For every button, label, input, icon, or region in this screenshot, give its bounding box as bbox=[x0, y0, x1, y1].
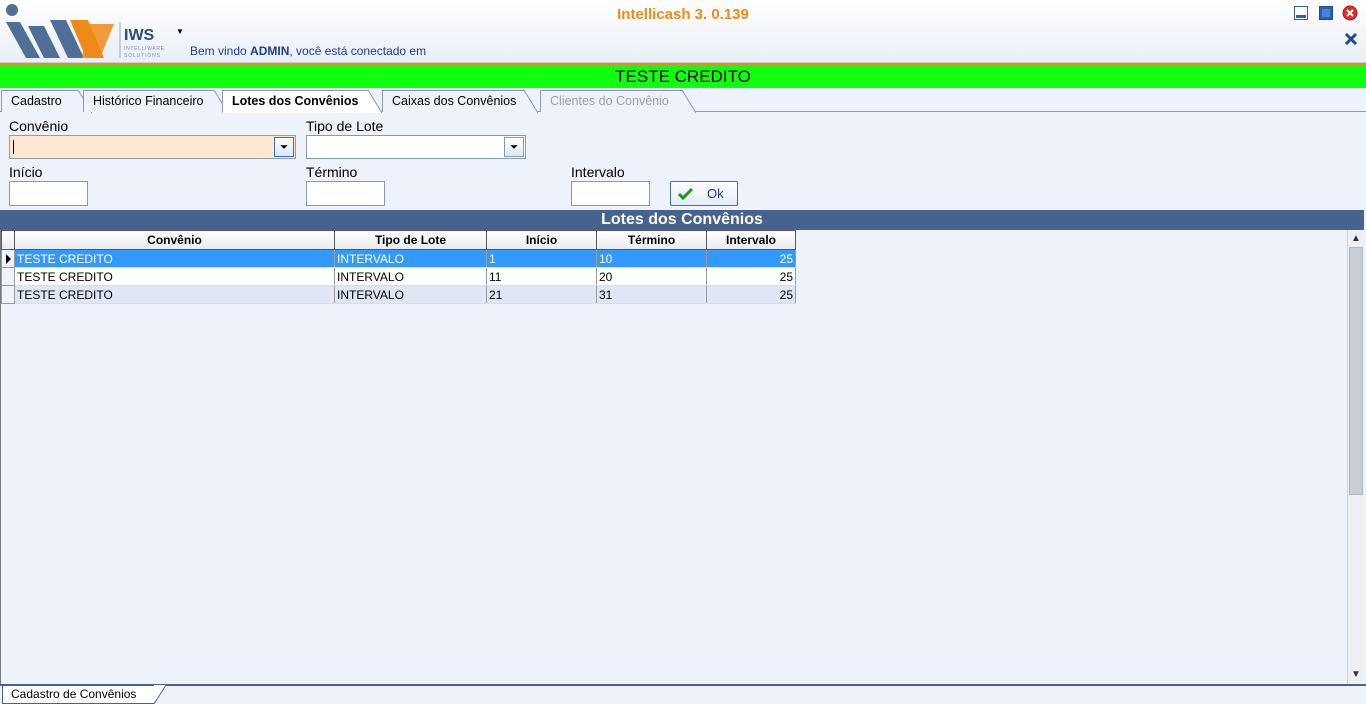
tab-label: Lotes dos Convênios bbox=[232, 94, 359, 108]
cell-termino[interactable]: 20 bbox=[596, 267, 707, 286]
tab-historico-financeiro[interactable]: Histórico Financeiro bbox=[83, 90, 228, 113]
scroll-up-icon[interactable]: ▲ bbox=[1351, 234, 1361, 244]
intervalo-input[interactable] bbox=[571, 181, 650, 206]
grid-title: Lotes dos Convênios bbox=[0, 210, 1364, 230]
cell-intervalo[interactable]: 25 bbox=[706, 249, 796, 268]
column-header-intervalo[interactable]: Intervalo bbox=[706, 230, 796, 250]
svg-text:INTELLIWARE: INTELLIWARE bbox=[124, 46, 165, 52]
lotes-grid[interactable]: Convênio Tipo de Lote Início Término Int… bbox=[0, 230, 1364, 684]
tipo-lote-dropdown-icon[interactable] bbox=[504, 137, 524, 157]
row-indicator bbox=[1, 267, 15, 286]
table-row[interactable]: TESTE CREDITO INTERVALO 1 10 25 bbox=[1, 249, 796, 268]
tab-lotes-dos-convenios[interactable]: Lotes dos Convênios bbox=[222, 90, 382, 113]
text-caret bbox=[13, 140, 14, 154]
app-header: IWS INTELLIWARE SOLUTIONS ▼ Bem vindo AD… bbox=[0, 0, 1366, 63]
cell-termino[interactable]: 10 bbox=[596, 249, 707, 268]
tab-edge bbox=[368, 90, 382, 113]
cell-convenio[interactable]: TESTE CREDITO bbox=[14, 249, 335, 268]
tab-cadastro[interactable]: Cadastro bbox=[1, 90, 92, 113]
ok-button[interactable]: Ok bbox=[670, 181, 738, 206]
cell-inicio[interactable]: 21 bbox=[486, 285, 597, 304]
ok-button-label: Ok bbox=[707, 186, 724, 201]
table-row[interactable]: TESTE CREDITO INTERVALO 11 20 25 bbox=[1, 267, 796, 286]
inicio-input[interactable] bbox=[9, 181, 88, 206]
record-title: TESTE CREDITO bbox=[0, 66, 1366, 88]
cell-termino[interactable]: 31 bbox=[596, 285, 707, 304]
minimize-icon[interactable] bbox=[1293, 5, 1309, 21]
cell-tipo-lote[interactable]: INTERVALO bbox=[334, 285, 487, 304]
close-app-icon[interactable] bbox=[1342, 5, 1358, 21]
tab-edge bbox=[154, 685, 166, 704]
tab-label: Histórico Financeiro bbox=[93, 94, 204, 108]
close-form-icon[interactable] bbox=[1343, 31, 1359, 47]
column-header-inicio[interactable]: Início bbox=[486, 230, 597, 250]
tab-edge bbox=[524, 90, 538, 113]
termino-label: Término bbox=[306, 164, 358, 180]
current-row-arrow-icon bbox=[6, 254, 11, 264]
convenio-dropdown-icon[interactable] bbox=[274, 137, 294, 157]
cell-convenio[interactable]: TESTE CREDITO bbox=[14, 267, 335, 286]
app-title: Intellicash 3. 0.139 bbox=[617, 6, 749, 23]
tab-label: Caixas dos Convênios bbox=[392, 94, 517, 108]
column-header-convenio[interactable]: Convênio bbox=[14, 230, 335, 250]
tab-clientes-do-convenio: Clientes do Convênio bbox=[540, 90, 696, 113]
table-header-row: Convênio Tipo de Lote Início Término Int… bbox=[1, 230, 796, 250]
logo-menu-dropdown-icon[interactable]: ▼ bbox=[176, 27, 184, 36]
cell-inicio[interactable]: 1 bbox=[486, 249, 597, 268]
lotes-table: Convênio Tipo de Lote Início Término Int… bbox=[1, 230, 796, 304]
tab-caixas-dos-convenios[interactable]: Caixas dos Convênios bbox=[382, 90, 538, 113]
bottom-tab-label: Cadastro de Convênios bbox=[11, 687, 137, 701]
checkmark-icon bbox=[678, 187, 693, 201]
bottom-tab-bar: Cadastro de Convênios bbox=[0, 684, 1366, 704]
scroll-thumb[interactable] bbox=[1349, 247, 1363, 495]
inicio-label: Início bbox=[9, 164, 43, 180]
vertical-scrollbar[interactable]: ▲ ▼ bbox=[1347, 230, 1364, 684]
tab-bar: Cadastro Histórico Financeiro Lotes dos … bbox=[0, 88, 1366, 113]
cell-tipo-lote[interactable]: INTERVALO bbox=[334, 249, 487, 268]
cell-convenio[interactable]: TESTE CREDITO bbox=[14, 285, 335, 304]
row-indicator bbox=[1, 285, 15, 304]
table-row[interactable]: TESTE CREDITO INTERVALO 21 31 25 bbox=[1, 285, 796, 304]
scroll-down-icon[interactable]: ▼ bbox=[1351, 670, 1361, 680]
cell-tipo-lote[interactable]: INTERVALO bbox=[334, 267, 487, 286]
maximize-icon[interactable] bbox=[1318, 5, 1334, 21]
cell-intervalo[interactable]: 25 bbox=[706, 267, 796, 286]
column-header-tipo-lote[interactable]: Tipo de Lote bbox=[334, 230, 487, 250]
tab-label: Clientes do Convênio bbox=[550, 94, 669, 108]
tab-edge bbox=[682, 90, 696, 113]
intervalo-label: Intervalo bbox=[571, 164, 625, 180]
bottom-tab-cadastro-de-convenios[interactable]: Cadastro de Convênios bbox=[2, 685, 166, 704]
cell-intervalo[interactable]: 25 bbox=[706, 285, 796, 304]
cell-inicio[interactable]: 11 bbox=[486, 267, 597, 286]
tipo-lote-label: Tipo de Lote bbox=[306, 118, 384, 134]
column-header-termino[interactable]: Término bbox=[596, 230, 707, 250]
row-indicator bbox=[1, 249, 15, 268]
tab-label: Cadastro bbox=[11, 94, 62, 108]
convenio-label: Convênio bbox=[9, 118, 69, 134]
svg-text:IWS: IWS bbox=[124, 27, 155, 44]
termino-input[interactable] bbox=[306, 181, 385, 206]
row-indicator-header bbox=[1, 230, 15, 250]
convenio-select[interactable] bbox=[9, 135, 296, 159]
welcome-text: Bem vindo ADMIN, você está conectado em bbox=[190, 44, 427, 58]
svg-text:SOLUTIONS: SOLUTIONS bbox=[124, 53, 161, 59]
tipo-lote-select[interactable] bbox=[306, 135, 526, 159]
